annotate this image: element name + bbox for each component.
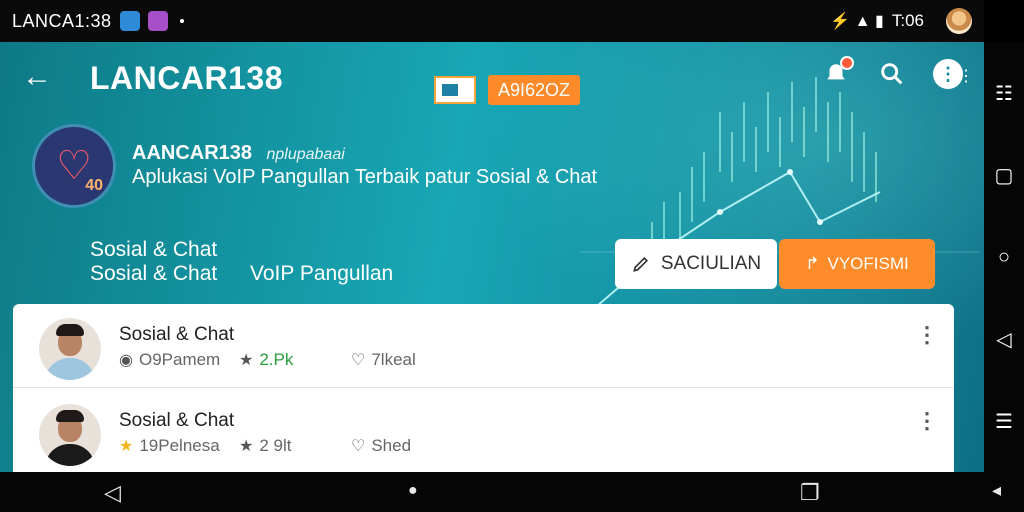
avatar-hair (56, 410, 84, 422)
contact-list: Sosial & Chat ◉ O9Pamem ★ 2.Pk ♡ 7lkeal ⋮ S… (13, 304, 954, 472)
meta-likes-text: 7lkeal (371, 350, 416, 369)
bottom-navigation-bar: ◁ ● ❐ ◂ (0, 472, 1024, 512)
search-icon[interactable] (876, 58, 908, 90)
meta-location: ★ 19Pelnesa (119, 436, 239, 456)
version-badge: A9I62OZ (488, 75, 581, 105)
hero-section: ← LANCAR138 A9I62OZ ⋮ ⋮ ♡ 40 AANCAR138 n… (0, 42, 984, 472)
bell-icon[interactable] (820, 56, 854, 90)
status-signal-icons: ⚡ ▲ ▮ (830, 13, 884, 30)
location-pin-icon: ◉ (119, 352, 133, 369)
heart-outline-icon: ♡ (351, 352, 366, 369)
primary-action-button[interactable]: ↱ VYOFISMI (779, 239, 935, 289)
page-title: LANCAR138 (90, 60, 283, 96)
app-top-bar: ← LANCAR138 A9I62OZ ⋮ ⋮ (0, 42, 984, 114)
more-dots-icon: ⋮ (958, 68, 974, 85)
lines-icon[interactable]: ☰ (993, 410, 1015, 433)
row-menu-icon[interactable]: ⋮ (916, 410, 938, 432)
brand-name: AANCAR138 (132, 142, 253, 164)
avatar (39, 404, 101, 466)
logo-number: 40 (85, 177, 103, 194)
status-right-time: T:06 (891, 11, 924, 30)
status-bar: LANCA1:38 ⚡ ▲ ▮ T:06 (0, 0, 984, 42)
app-screen: LANCA1:38 ⚡ ▲ ▮ T:06 ← LANCAR138 A9I62OZ… (0, 0, 1024, 512)
triangle-back-icon[interactable]: ◁ (993, 328, 1015, 351)
notification-badge (840, 56, 854, 70)
back-arrow-icon[interactable]: ← (22, 60, 52, 94)
avatar-body (45, 444, 95, 466)
avatar-body (45, 358, 95, 380)
edit-button-label: SACIULIAN (660, 253, 762, 274)
app-notification-icon (119, 11, 140, 31)
status-right: ⚡ ▲ ▮ T:06 (830, 8, 972, 34)
app-notification-icon-2 (147, 11, 168, 31)
list-item-title: Sosial & Chat (119, 410, 235, 431)
circle-home-icon[interactable]: ○ (993, 246, 1015, 268)
list-item[interactable]: Sosial & Chat ★ 19Pelnesa ★ 2 9lt ♡ Shed ⋮ (13, 390, 954, 472)
nav-home-icon[interactable]: ● (408, 482, 418, 500)
send-icon: ↱ (805, 254, 820, 273)
category-label-voip: VoIP Pangullan (250, 262, 394, 285)
brand-subtitle: nplupabaai (266, 146, 345, 163)
list-item[interactable]: Sosial & Chat ◉ O9Pamem ★ 2.Pk ♡ 7lkeal ⋮ (13, 304, 954, 388)
list-item-title: Sosial & Chat (119, 324, 235, 345)
meta-location: ◉ O9Pamem (119, 350, 239, 370)
profile-avatar-icon[interactable] (946, 8, 972, 34)
meta-rating-text: 2.Pk (259, 350, 294, 369)
avatar (39, 318, 101, 380)
meta-likes[interactable]: ♡ Shed (351, 436, 411, 456)
notification-dot-icon (179, 19, 184, 23)
volume-icon[interactable]: ◂ (992, 480, 1001, 501)
list-item-meta: ★ 19Pelnesa ★ 2 9lt ♡ Shed (119, 436, 411, 456)
avatar-hair (56, 324, 84, 336)
star-icon: ★ (239, 438, 254, 455)
star-icon: ★ (239, 352, 254, 369)
list-item-meta: ◉ O9Pamem ★ 2.Pk ♡ 7lkeal (119, 350, 416, 370)
top-action-icons: ⋮ ⋮ (820, 56, 974, 90)
primary-button-label: VYOFISMI (827, 254, 909, 273)
nav-recents-icon[interactable]: ❐ (800, 480, 820, 506)
star-filled-icon: ★ (119, 438, 134, 455)
search-glyph-icon (881, 63, 903, 85)
menu-grid-icon[interactable]: ☷ (993, 82, 1015, 105)
category-label: Sosial & Chat (90, 238, 218, 261)
pencil-icon (633, 256, 648, 272)
more-icon[interactable]: ⋮ ⋮ (932, 58, 974, 90)
app-logo: ♡ 40 (32, 124, 116, 208)
category-label-2: Sosial & Chat (90, 262, 218, 285)
brand-line: AANCAR138 nplupabaai (132, 142, 345, 165)
meta-likes-text: Shed (371, 436, 412, 455)
flag-icon[interactable] (434, 76, 476, 104)
app-tagline: Aplukasi VoIP Pangullan Terbaik patur So… (132, 166, 598, 188)
nav-back-icon[interactable]: ◁ (104, 480, 121, 506)
system-side-bar: ☷ ▢ ○ ◁ ☰ (984, 42, 1024, 472)
meta-rating: ★ 2 9lt (239, 436, 351, 456)
square-icon[interactable]: ▢ (993, 164, 1015, 187)
meta-rating: ★ 2.Pk (239, 350, 351, 370)
meta-rating-text: 2 9lt (259, 436, 292, 455)
meta-location-text: 19Pelnesa (139, 436, 220, 455)
status-time: LANCA1:38 (12, 10, 112, 31)
meta-likes[interactable]: ♡ 7lkeal (351, 350, 416, 370)
row-menu-icon[interactable]: ⋮ (916, 324, 938, 346)
edit-button[interactable]: SACIULIAN (615, 239, 777, 289)
heart-outline-icon: ♡ (351, 438, 366, 455)
meta-location-text: O9Pamem (138, 350, 221, 369)
